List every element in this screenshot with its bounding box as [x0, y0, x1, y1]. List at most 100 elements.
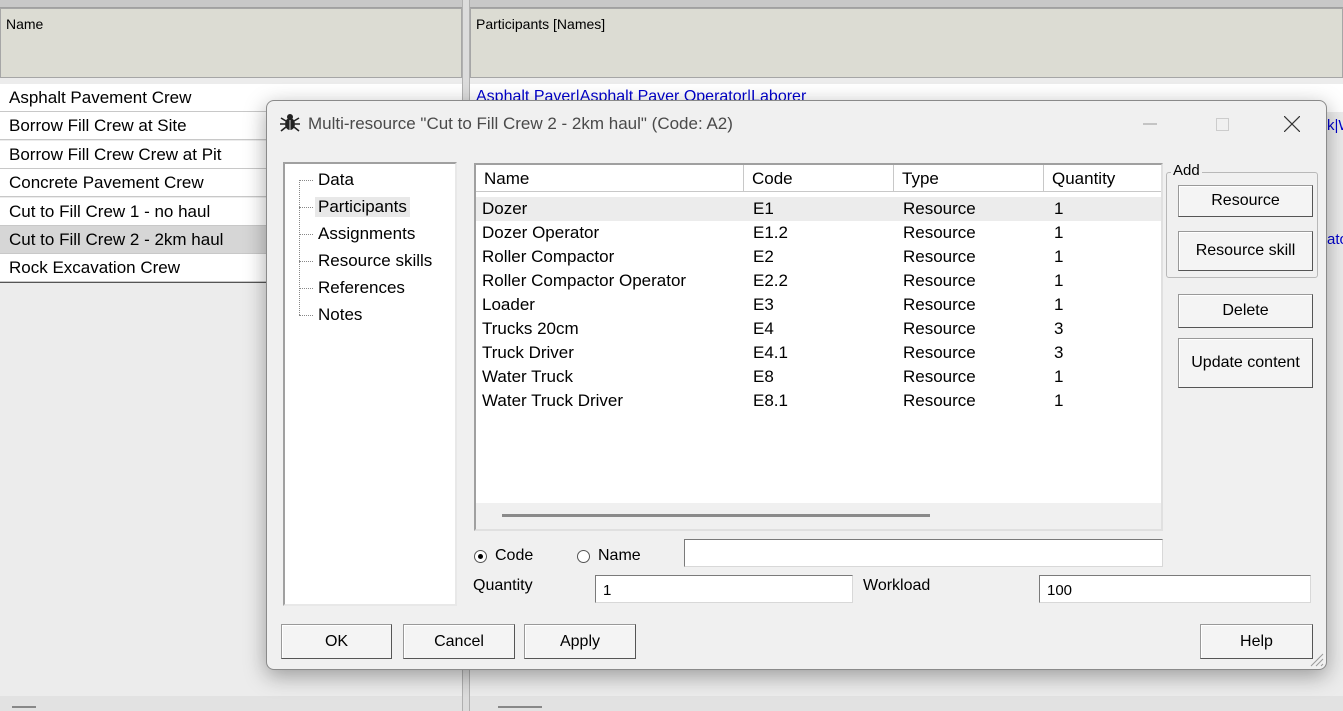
cell-name: Water Truck: [482, 367, 573, 386]
table-row[interactable]: Water Truck Driver E8.1 Resource 1: [476, 389, 1161, 413]
tree-connector: [299, 288, 313, 289]
maximize-icon: [1215, 117, 1229, 131]
cell-code: E4.1: [753, 343, 788, 362]
cell-type: Resource: [903, 295, 976, 314]
tree-item-label: References: [318, 278, 405, 297]
quantity-label: Quantity: [473, 577, 533, 594]
scroll-thumb[interactable]: [498, 706, 542, 708]
cell-name: Dozer Operator: [482, 223, 600, 242]
column-header-quantity[interactable]: Quantity: [1044, 165, 1161, 192]
minimize-button[interactable]: [1127, 106, 1173, 142]
crew-name: Cut to Fill Crew 1 - no haul: [9, 201, 211, 221]
column-header-type[interactable]: Type: [894, 165, 1044, 192]
cell-quantity: 1: [1054, 295, 1064, 314]
ok-button[interactable]: OK: [281, 624, 392, 659]
code-radio[interactable]: Code: [474, 547, 533, 565]
table-row[interactable]: Dozer Operator E1.2 Resource 1: [476, 221, 1161, 245]
cell-name: Loader: [482, 295, 535, 314]
tree-connector: [299, 180, 300, 315]
cell-quantity: 1: [1054, 367, 1064, 386]
name-column-header[interactable]: Name: [0, 8, 462, 78]
cell-quantity: 1: [1054, 391, 1064, 410]
crew-name: Borrow Fill Crew at Site: [9, 116, 187, 136]
delete-button[interactable]: Delete: [1178, 294, 1313, 328]
add-resource-button[interactable]: Resource: [1178, 185, 1313, 217]
section-tree: Data Participants Assignments Resource skil…: [283, 162, 457, 606]
cell-type: Resource: [903, 271, 976, 290]
cell-name: Roller Compactor: [482, 247, 615, 266]
tree-connector: [299, 207, 313, 208]
table-row[interactable]: Dozer E1 Resource 1: [476, 197, 1161, 221]
crew-name: Concrete Pavement Crew: [9, 173, 204, 193]
cell-name: Truck Driver: [482, 343, 574, 362]
cell-code: E8: [753, 367, 774, 386]
tree-connector: [299, 261, 313, 262]
close-icon: [1284, 116, 1300, 132]
minimize-icon: [1143, 123, 1157, 125]
cell-type: Resource: [903, 223, 976, 242]
workload-input[interactable]: 100: [1039, 575, 1311, 603]
cell-code: E1: [753, 199, 774, 218]
scroll-thumb[interactable]: [12, 706, 36, 708]
cancel-button[interactable]: Cancel: [403, 624, 515, 659]
table-row[interactable]: Truck Driver E4.1 Resource 3: [476, 341, 1161, 365]
cell-quantity: 1: [1054, 271, 1064, 290]
dialog-titlebar[interactable]: Multi-resource "Cut to Fill Crew 2 - 2km…: [267, 101, 1326, 147]
column-header-code[interactable]: Code: [744, 165, 894, 192]
right-horizontal-scrollbar[interactable]: [470, 696, 1343, 711]
add-resource-skill-button[interactable]: Resource skill: [1178, 231, 1313, 271]
workload-label: Workload: [863, 577, 931, 594]
cell-quantity: 1: [1054, 199, 1064, 218]
tree-item-label: Resource skills: [318, 251, 433, 270]
participants-fragment[interactable]: k|W: [1327, 117, 1343, 134]
update-content-button[interactable]: Update content: [1178, 338, 1313, 388]
cell-type: Resource: [903, 367, 976, 386]
crew-name: Asphalt Pavement Crew: [9, 88, 192, 107]
tree-item-label: Participants: [315, 197, 410, 217]
table-row[interactable]: Loader E3 Resource 1: [476, 293, 1161, 317]
close-button[interactable]: [1269, 106, 1315, 142]
participants-column-header[interactable]: Participants [Names]: [470, 8, 1343, 78]
name-radio[interactable]: Name: [577, 547, 641, 565]
crew-name: Cut to Fill Crew 2 - 2km haul: [9, 230, 224, 249]
cell-quantity: 1: [1054, 247, 1064, 266]
tree-item-label: Data: [318, 170, 354, 189]
cell-name: Dozer: [482, 199, 528, 218]
table-row[interactable]: Water Truck E8 Resource 1: [476, 365, 1161, 389]
radio-unselected-icon: [577, 549, 590, 563]
column-header-name[interactable]: Name: [476, 165, 744, 192]
name-column-header-label: Name: [6, 16, 44, 32]
participants-grid: Name Code Type Quantity Dozer E1 Resource 1…: [474, 163, 1163, 531]
cell-code: E3: [753, 295, 774, 314]
add-group-label: Add: [1171, 162, 1202, 179]
crew-name: Borrow Fill Crew Crew at Pit: [9, 144, 222, 164]
participants-fragment[interactable]: ato: [1327, 231, 1343, 248]
maximize-button[interactable]: [1199, 106, 1245, 142]
participants-column-header-label: Participants [Names]: [476, 16, 606, 32]
cell-type: Resource: [903, 343, 976, 362]
grid-header: Name Code Type Quantity: [476, 165, 1161, 193]
table-row[interactable]: Roller Compactor E2 Resource 1: [476, 245, 1161, 269]
help-button[interactable]: Help: [1200, 624, 1313, 659]
tree-item-label: Assignments: [318, 224, 416, 243]
cell-type: Resource: [903, 199, 976, 218]
quantity-input[interactable]: 1: [595, 575, 853, 603]
resize-grip-icon[interactable]: [1308, 651, 1324, 667]
multi-resource-dialog: Multi-resource "Cut to Fill Crew 2 - 2km…: [266, 100, 1327, 670]
tree-connector: [299, 315, 313, 316]
name-radio-label: Name: [598, 547, 641, 564]
cell-code: E2.2: [753, 271, 788, 290]
cell-quantity: 1: [1054, 223, 1064, 242]
cell-quantity: 3: [1054, 319, 1064, 338]
search-input[interactable]: [684, 539, 1163, 567]
cell-type: Resource: [903, 391, 976, 410]
scroll-thumb[interactable]: [502, 514, 930, 517]
table-row[interactable]: Trucks 20cm E4 Resource 3: [476, 317, 1161, 341]
apply-button[interactable]: Apply: [524, 624, 636, 659]
app-bug-icon: [280, 114, 300, 132]
grid-horizontal-scrollbar[interactable]: [476, 503, 1161, 529]
tree-connector: [299, 180, 313, 181]
code-radio-label: Code: [495, 547, 534, 564]
left-horizontal-scrollbar[interactable]: [0, 696, 462, 711]
table-row[interactable]: Roller Compactor Operator E2.2 Resource 1: [476, 269, 1161, 293]
